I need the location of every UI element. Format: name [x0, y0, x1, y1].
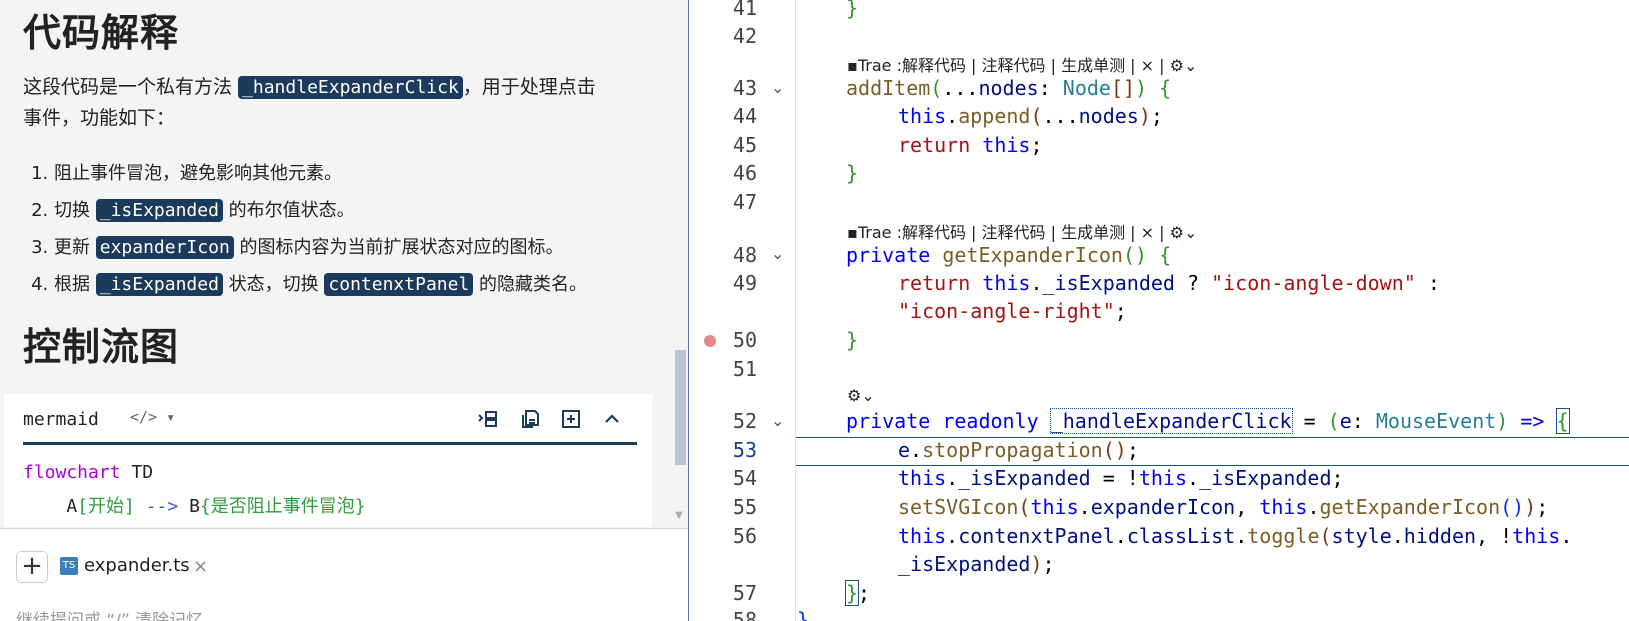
line-number: 54	[732, 466, 757, 490]
line-number: 49	[732, 271, 757, 295]
ai-chat-panel: 代码解释 这段代码是一个私有方法 _handleExpanderClick ，用于…	[0, 0, 689, 621]
code-line: addItem(...nodes: Node[]) {	[846, 76, 1172, 100]
line-number-active: 53	[732, 438, 757, 462]
copy-icon[interactable]	[518, 407, 542, 431]
code-line: private getExpanderIcon() {	[846, 243, 1172, 267]
mermaid-code-block: mermaid </> ▾ flowchart TD A[开始] --> B{是…	[4, 394, 652, 527]
typescript-file-icon: TS	[60, 557, 78, 575]
chat-input-placeholder[interactable]: 继续提问或 “/” 清除记忆	[16, 606, 203, 621]
fold-chevron-icon[interactable]: ⌄	[771, 411, 784, 430]
inline-code: _isExpanded	[95, 199, 223, 222]
fold-chevron-icon[interactable]: ⌄	[771, 78, 784, 97]
add-to-file-icon[interactable]	[559, 407, 583, 431]
list-item: 切换 _isExpanded 的布尔值状态。	[54, 192, 587, 229]
add-context-button[interactable]: +	[16, 551, 48, 583]
line-number: 50	[732, 328, 757, 352]
code-line: return this;	[898, 133, 1043, 157]
heading-control-flow: 控制流图	[23, 325, 180, 369]
chevron-down-icon: ⌄	[1183, 56, 1198, 75]
code-line: A[开始] --> B{是否阻止事件冒泡}	[23, 496, 366, 517]
inline-code: contenxtPanel	[324, 273, 474, 296]
collapse-icon[interactable]	[600, 407, 624, 431]
trae-logo-icon: ⚙	[1169, 56, 1184, 75]
indent-guide	[795, 0, 796, 621]
code-line: }	[797, 608, 810, 621]
remove-file-icon[interactable]: ×	[193, 556, 208, 577]
code-line: e.stopPropagation();	[898, 438, 1139, 462]
code-block-header: mermaid </> ▾	[4, 394, 652, 445]
insert-code-icon[interactable]	[476, 407, 500, 431]
code-line-wrap: "icon-angle-right";	[898, 299, 1127, 323]
line-number: 51	[732, 357, 757, 381]
heading-code-explanation: 代码解释	[23, 11, 180, 55]
code-line: flowchart TD	[23, 462, 154, 483]
chevron-down-icon: ⌄	[1183, 223, 1198, 242]
code-line: }	[846, 161, 859, 185]
code-line: return this._isExpanded ? "icon-angle-do…	[898, 271, 1440, 295]
trae-codelens[interactable]: ▪Trae :解释代码 | 注释代码 | 生成单测 | × | ⚙⌄	[847, 52, 1197, 76]
code-language-label: mermaid	[23, 409, 99, 430]
code-line: setSVGIcon(this.expanderIcon, this.getEx…	[898, 495, 1549, 519]
line-number: 57	[732, 581, 757, 605]
trae-codelens[interactable]: ▪Trae :解释代码 | 注释代码 | 生成单测 | × | ⚙⌄	[847, 219, 1197, 243]
inline-code: _isExpanded	[95, 273, 223, 296]
scroll-down-arrow-icon[interactable]: ▼	[675, 510, 683, 521]
line-number: 45	[732, 133, 757, 157]
line-number: 47	[732, 190, 757, 214]
list-item: 根据 _isExpanded 状态，切换 contenxtPanel 的隐藏类名…	[54, 266, 587, 303]
line-number: 52	[732, 409, 757, 433]
line-number: 56	[732, 524, 757, 548]
chat-input-area: + TS expander.ts × 继续提问或 “/” 清除记忆	[0, 528, 688, 621]
code-line: };	[844, 580, 871, 606]
code-line: this._isExpanded = !this._isExpanded;	[898, 466, 1344, 490]
file-name: expander.ts	[84, 555, 190, 576]
line-number: 41	[732, 0, 757, 20]
list-item: 阻止事件冒泡，避免影响其他元素。	[54, 155, 587, 192]
explanation-area: 代码解释 这段代码是一个私有方法 _handleExpanderClick ，用于…	[0, 0, 655, 527]
code-line: private readonly _handleExpanderClick = …	[846, 408, 1570, 434]
inline-code: expanderIcon	[95, 236, 234, 259]
line-number: 44	[732, 104, 757, 128]
inline-code-method: _handleExpanderClick	[238, 76, 463, 99]
list-item: 更新 expanderIcon 的图标内容为当前扩展状态对应的图标。	[54, 229, 587, 266]
code-line: }	[846, 328, 859, 352]
line-number: 46	[732, 161, 757, 185]
scrollbar-thumb[interactable]	[675, 350, 686, 465]
line-number: 55	[732, 495, 757, 519]
code-line-wrap: _isExpanded);	[898, 552, 1055, 576]
trae-logo-icon[interactable]: ⚙⌄	[847, 386, 875, 405]
code-view-toggle-icon[interactable]: </> ▾	[130, 408, 175, 426]
trae-logo-icon: ⚙	[1169, 223, 1184, 242]
fold-chevron-icon[interactable]: ⌄	[771, 244, 784, 263]
code-block-divider	[23, 442, 637, 445]
code-editor[interactable]: 41 42 43 44 45 46 47 48 49 50 51 52 53 5…	[689, 0, 1629, 621]
intro-paragraph: 这段代码是一个私有方法 _handleExpanderClick ，用于处理点击 …	[23, 76, 596, 129]
line-number: 43	[732, 76, 757, 100]
line-number: 42	[732, 24, 757, 48]
feature-list: 阻止事件冒泡，避免影响其他元素。 切换 _isExpanded 的布尔值状态。 …	[14, 155, 587, 303]
line-number: 48	[732, 243, 757, 267]
code-line: }	[846, 0, 859, 20]
line-number: 58	[732, 608, 757, 621]
code-line: this.contenxtPanel.classList.toggle(styl…	[898, 524, 1573, 548]
code-line: this.append(...nodes);	[898, 104, 1163, 128]
